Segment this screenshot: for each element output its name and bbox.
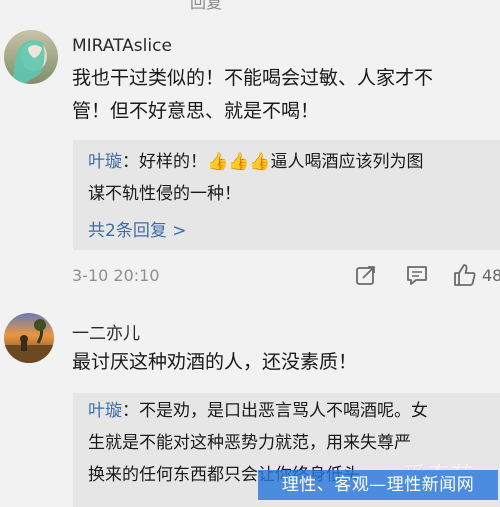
- top-cut-off-label: 回复: [0, 0, 500, 14]
- watermark: 爱奇艺 理性、客观—理性新闻网: [258, 462, 500, 507]
- reply-colon: ：: [122, 152, 139, 172]
- comment-time: 3-10 20:10: [72, 266, 160, 285]
- top-partial-label: 回复: [190, 0, 223, 12]
- username[interactable]: MIRATAslice: [72, 36, 172, 56]
- avatar[interactable]: [4, 30, 58, 84]
- more-replies-link[interactable]: 共2条回复 >: [88, 216, 186, 241]
- reply-text-line: 谋不轨性侵的一种！: [88, 184, 241, 204]
- comment-text-line: 管！但不好意思、就是不喝！: [72, 100, 320, 122]
- reply-author[interactable]: 叶璇: [88, 401, 122, 421]
- comment-text-line: 最讨厌这种劝酒的人，还没素质！: [72, 351, 358, 373]
- reply-text: 好样的！👍👍👍逼人喝酒应该列为图: [139, 152, 424, 172]
- comment-text-line: 我也干过类似的！不能喝会过敏、人家才不: [72, 67, 434, 89]
- share-icon[interactable]: [354, 263, 378, 287]
- comment-icon[interactable]: [405, 263, 429, 287]
- avatar[interactable]: [4, 313, 54, 363]
- reply-author[interactable]: 叶璇: [88, 152, 122, 172]
- reply-line: 叶璇：好样的！👍👍👍逼人喝酒应该列为图: [88, 146, 424, 178]
- like-icon[interactable]: [452, 262, 478, 288]
- reply-box[interactable]: 叶璇：好样的！👍👍👍逼人喝酒应该列为图 谋不轨性侵的一种！ 共2条回复 >: [73, 140, 500, 250]
- watermark-text: 理性、客观—理性新闻网: [258, 470, 498, 500]
- username[interactable]: 一二亦儿: [72, 319, 140, 344]
- reply-line: 叶璇：不是劝，是口出恶言骂人不喝酒呢。女: [88, 395, 428, 427]
- like-count: 48: [482, 266, 500, 285]
- reply-colon: ：: [122, 401, 139, 421]
- reply-text: 不是劝，是口出恶言骂人不喝酒呢。女: [139, 401, 428, 421]
- reply-text-line: 生就是不能对这种恶势力就范，用来失尊严: [88, 433, 411, 453]
